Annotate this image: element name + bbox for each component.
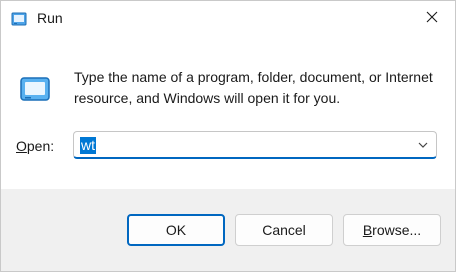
browse-accesskey: B: [362, 222, 373, 238]
button-bar: OK Cancel Browse...: [1, 189, 455, 271]
open-input[interactable]: wt: [80, 137, 96, 154]
run-icon: [11, 12, 27, 26]
open-combobox[interactable]: wt: [73, 131, 437, 159]
open-label-text: pen:: [26, 138, 55, 154]
open-label-accesskey: O: [16, 138, 27, 154]
close-button[interactable]: [409, 1, 455, 37]
window-title: Run: [37, 10, 63, 26]
open-label: Open:: [16, 138, 54, 154]
description-text: Type the name of a program, folder, docu…: [74, 69, 433, 106]
browse-button[interactable]: Browse...: [343, 214, 441, 246]
dialog-content: Type the name of a program, folder, docu…: [1, 39, 455, 189]
cancel-button[interactable]: Cancel: [235, 214, 333, 246]
run-dialog: Run Type the name of a program, folder, …: [0, 0, 456, 272]
run-icon: [18, 76, 52, 104]
chevron-down-icon[interactable]: [416, 138, 430, 152]
ok-button[interactable]: OK: [127, 214, 225, 246]
browse-label: rowse...: [372, 222, 422, 238]
close-icon: [426, 10, 438, 28]
title-bar[interactable]: Run: [1, 1, 455, 39]
